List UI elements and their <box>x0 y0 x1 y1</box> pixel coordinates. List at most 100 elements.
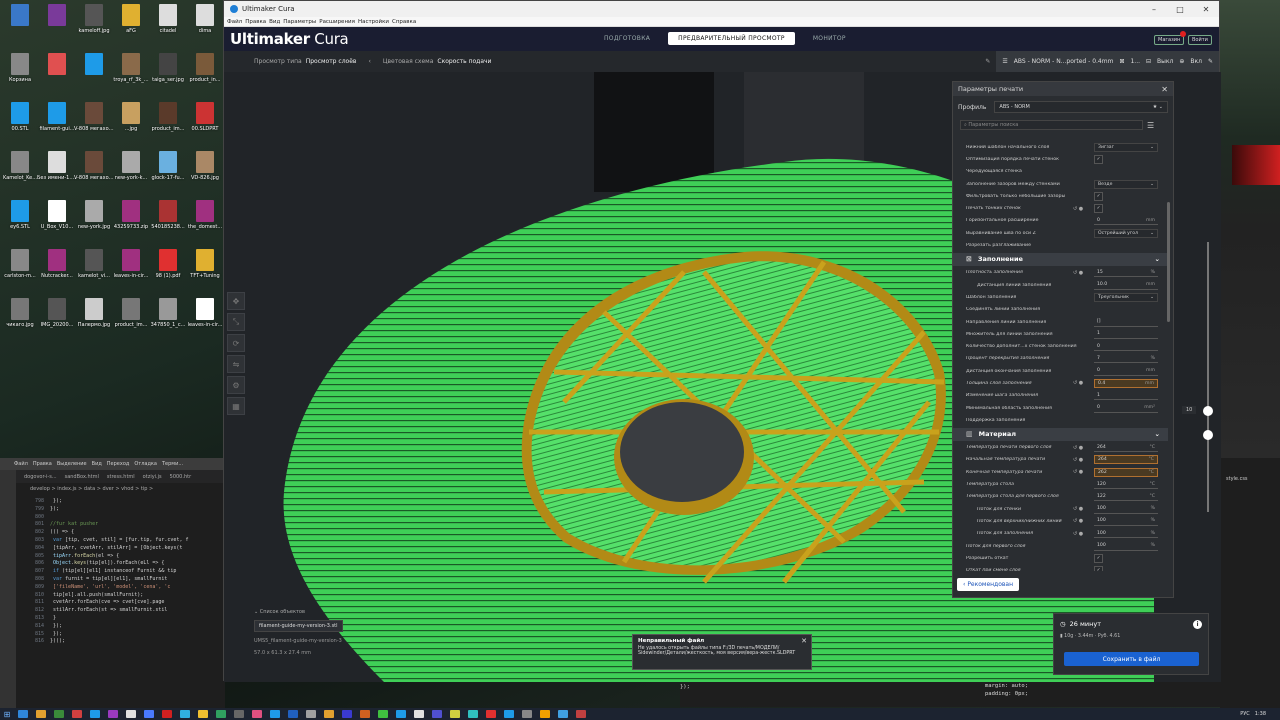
setting-control[interactable]: 1 <box>1094 330 1158 339</box>
rotate-tool-icon[interactable]: ⟳ <box>227 334 245 352</box>
taskbar-app-icon[interactable] <box>558 710 568 718</box>
setting-control[interactable]: ✓ <box>1094 204 1103 214</box>
minimize-icon[interactable]: – <box>1141 5 1167 14</box>
taskbar-app-icon[interactable] <box>36 710 46 718</box>
setting-control[interactable]: ✓ <box>1094 566 1103 571</box>
category-material[interactable]: ▥ Материал ⌄ <box>953 427 1168 441</box>
menu-item[interactable]: Вид <box>269 19 280 25</box>
desktop-icon[interactable] <box>74 53 114 77</box>
star-icon[interactable]: ★ ⌄ <box>1153 104 1163 110</box>
reset-icon[interactable]: ↺ ● <box>1073 270 1083 276</box>
scale-tool-icon[interactable]: ⤡ <box>227 313 245 331</box>
taskbar-app-icon[interactable] <box>252 710 262 718</box>
desktop-icon[interactable]: TFT+Tuning <box>185 249 225 279</box>
taskbar-app-icon[interactable] <box>432 710 442 718</box>
taskbar-app-icon[interactable] <box>216 710 226 718</box>
setting-control[interactable]: 0.4 mm <box>1094 378 1158 388</box>
desktop-icon[interactable]: leaves-in-cir... <box>185 298 225 328</box>
taskbar-app-icon[interactable] <box>540 710 550 718</box>
desktop-icon[interactable]: Kamelot_Ke... <box>0 151 40 181</box>
desktop-icon[interactable]: aFG <box>111 4 151 34</box>
desktop-icon[interactable]: kamelot_vi... <box>74 249 114 279</box>
profile-selector[interactable]: ABS - NORM ★ ⌄ <box>994 101 1168 113</box>
stage-tab[interactable]: ПОДГОТОВКА <box>594 32 660 45</box>
windows-start-icon[interactable]: ⊞ <box>0 710 14 719</box>
close-icon[interactable]: ✕ <box>1161 85 1168 94</box>
taskbar-app-icon[interactable] <box>270 710 280 718</box>
setting-control[interactable]: 262 °C <box>1094 467 1158 477</box>
menu-icon[interactable]: ☰ <box>1147 121 1154 130</box>
taskbar-app-icon[interactable] <box>378 710 388 718</box>
setting-control[interactable]: Зигзаг <box>1094 142 1158 152</box>
desktop-icon[interactable]: 98 (1).pdf <box>148 249 188 279</box>
setting-control[interactable]: 122 °C <box>1094 492 1158 502</box>
setting-control[interactable]: 100% <box>1094 542 1158 551</box>
setting-control[interactable]: 120 °C <box>1094 480 1158 490</box>
settings-list[interactable]: Нижний шаблон начального слоя Зигзаг Оптим… <box>953 141 1168 571</box>
taskbar-app-icon[interactable] <box>288 710 298 718</box>
stage-tab[interactable]: МОНИТОР <box>803 32 856 45</box>
desktop-icon[interactable]: Nutcracker... <box>37 249 77 279</box>
desktop-icon[interactable]: 43259733.zip <box>111 200 151 230</box>
setting-control[interactable]: ✓ <box>1094 553 1103 563</box>
desktop-icon[interactable]: Без имени-1.jpg <box>37 151 77 181</box>
layer-slider-bottom-handle[interactable] <box>1203 430 1213 440</box>
maximize-icon[interactable]: □ <box>1167 5 1193 14</box>
color-scheme-selector[interactable]: Цветовая схема Скорость подачи <box>377 51 498 72</box>
taskbar-app-icon[interactable] <box>576 710 586 718</box>
desktop-icon[interactable]: leaves-in-cir... <box>111 249 151 279</box>
reset-icon[interactable]: ↺ ● <box>1073 457 1083 463</box>
vscode-menu-item[interactable]: Отладка <box>134 461 157 467</box>
desktop-icon[interactable]: citadel <box>148 4 188 34</box>
taskbar-app-icon[interactable] <box>414 710 424 718</box>
reset-icon[interactable]: ↺ ● <box>1073 506 1083 512</box>
reset-icon[interactable]: ↺ ● <box>1073 445 1083 451</box>
desktop-icon[interactable]: IMG_20200... <box>37 298 77 328</box>
desktop-icon[interactable]: 540185238... <box>148 200 188 230</box>
taskbar-app-icon[interactable] <box>234 710 244 718</box>
desktop-icon[interactable]: taiga_ser.jpg <box>148 53 188 83</box>
desktop-icon[interactable]: Корзина <box>0 53 40 83</box>
taskbar-app-icon[interactable] <box>90 710 100 718</box>
taskbar-app-icon[interactable] <box>18 710 28 718</box>
move-tool-icon[interactable]: ✥ <box>227 292 245 310</box>
vscode-menu-item[interactable]: Правка <box>33 461 52 467</box>
desktop-icon[interactable]: 347850_1_c... <box>148 298 188 328</box>
taskbar-app-icon[interactable] <box>360 710 370 718</box>
setting-control[interactable]: 264 °C <box>1094 455 1158 465</box>
reset-icon[interactable]: ↺ ● <box>1073 469 1083 475</box>
pencil-icon[interactable]: ✎ <box>979 51 996 72</box>
desktop-icon[interactable]: glock-17-fu... <box>148 151 188 181</box>
reset-icon[interactable]: ↺ ● <box>1073 518 1083 524</box>
clock[interactable]: 1:38 <box>1255 711 1266 717</box>
taskbar-app-icon[interactable] <box>108 710 118 718</box>
chevron-left-icon[interactable]: ‹ <box>362 51 376 72</box>
print-setup-selector[interactable]: ☰ ABS - NORM - N...ported - 0.4mm ⊠ 1...… <box>996 51 1219 72</box>
setting-control[interactable]: ✓ <box>1094 154 1103 164</box>
setting-control[interactable]: 100% <box>1094 517 1158 526</box>
setting-control[interactable]: Треугольник <box>1094 292 1158 302</box>
taskbar-app-icon[interactable] <box>144 710 154 718</box>
desktop-icon[interactable]: filament-gui... <box>37 102 77 132</box>
menu-item[interactable]: Настройки <box>358 19 389 25</box>
desktop-icon[interactable]: product_im... <box>148 102 188 132</box>
setting-control[interactable]: 0 mm <box>1094 216 1158 226</box>
mirror-tool-icon[interactable]: ⇋ <box>227 355 245 373</box>
taskbar-app-icon[interactable] <box>162 710 172 718</box>
view-type-selector[interactable]: Просмотр типа Просмотр слоёв <box>248 51 362 72</box>
taskbar-app-icon[interactable] <box>486 710 496 718</box>
desktop-icon[interactable]: 00.SLDPRT <box>185 102 225 132</box>
vscode-menu-item[interactable]: Переход <box>107 461 130 467</box>
setting-control[interactable]: 100% <box>1094 529 1158 539</box>
store-button[interactable]: Магазин <box>1154 35 1185 45</box>
setting-control[interactable]: 264 °C <box>1094 443 1158 453</box>
close-icon[interactable]: ✕ <box>801 637 807 645</box>
setting-control[interactable]: 0 mm² <box>1094 404 1158 413</box>
settings-search-input[interactable]: ⌕ Параметры поиска <box>960 120 1143 130</box>
desktop-icon[interactable]: Палермо.jpg <box>74 298 114 328</box>
desktop-icon[interactable]: VD-826.jpg <box>185 151 225 181</box>
vscode-menu-item[interactable]: Терми... <box>162 461 183 467</box>
taskbar-app-icon[interactable] <box>72 710 82 718</box>
object-list-item[interactable]: filament-guide-my-version-3.stl <box>254 620 343 632</box>
close-icon[interactable]: ✕ <box>1193 5 1219 14</box>
